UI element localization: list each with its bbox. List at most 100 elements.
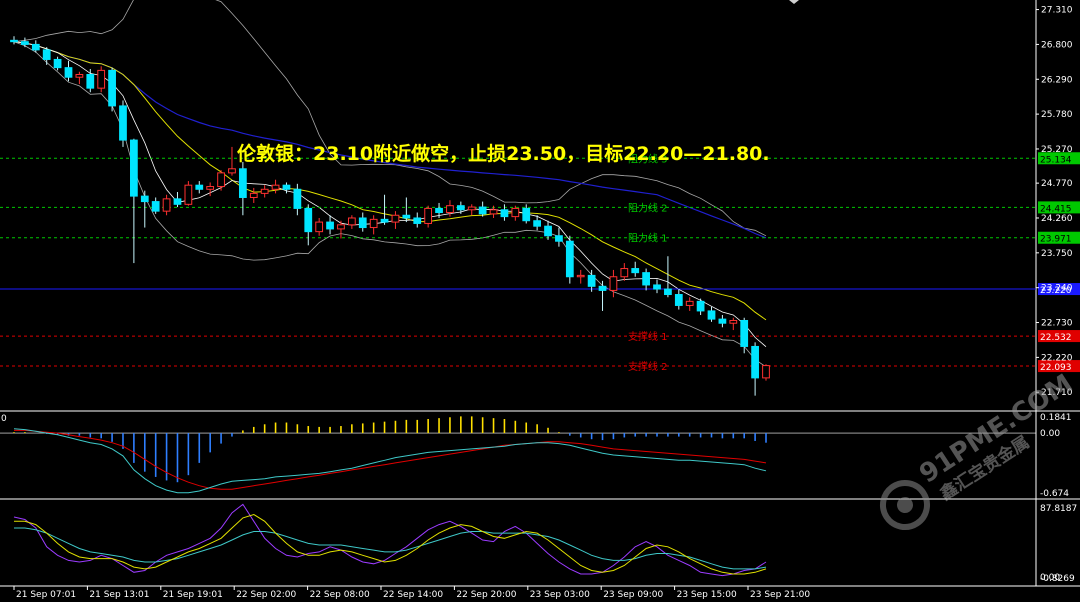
- candle-body: [402, 214, 411, 219]
- candle-body: [522, 207, 531, 222]
- candle-body: [10, 39, 18, 43]
- candle-body: [642, 272, 650, 286]
- candle-body: [337, 224, 345, 230]
- time-tick-label: 21 Sep 13:01: [89, 590, 149, 600]
- candle-body: [64, 67, 73, 78]
- candle-body: [544, 225, 552, 237]
- candle-body: [195, 184, 204, 190]
- candle-body: [347, 217, 356, 226]
- candle-body: [598, 285, 607, 291]
- candle-body: [151, 201, 160, 212]
- candle-body: [718, 318, 727, 324]
- headline-annotation: 伦敦银：23.10附近做空，止损23.50，目标22.20—21.80.: [237, 142, 770, 165]
- macd-tick-label: -0.674: [1040, 489, 1069, 499]
- time-tick-label: 23 Sep 03:00: [530, 590, 590, 600]
- candle-body: [762, 365, 770, 379]
- candle-body: [707, 310, 716, 320]
- candle-body: [685, 300, 694, 306]
- time-tick-label: 23 Sep 15:00: [677, 590, 737, 600]
- candle-body: [653, 284, 661, 290]
- candle-body: [620, 268, 629, 278]
- candle-body: [435, 207, 443, 214]
- stoch-signal-line: [14, 527, 767, 570]
- level-label: 支撑线 2: [628, 360, 668, 373]
- time-tick-label: 23 Sep 09:00: [603, 590, 663, 600]
- scroll-arrow-icon[interactable]: [789, 0, 799, 4]
- price-tick-label: 25.270: [1041, 145, 1073, 155]
- stoch-d-line: [14, 513, 767, 575]
- candle-body: [424, 207, 433, 224]
- candle-body: [42, 49, 51, 60]
- price-tick-label: 26.800: [1041, 40, 1073, 50]
- candle-body: [86, 73, 95, 89]
- time-tick-label: 22 Sep 08:00: [310, 590, 370, 600]
- stochastic-panel: 87.81870.00-0.8269: [13, 503, 1077, 584]
- candle-body: [228, 168, 236, 174]
- candle-body: [467, 206, 476, 211]
- level-tag-label: 22.532: [1040, 333, 1072, 343]
- candle-body: [140, 195, 149, 203]
- watermark-logo-core-icon: [897, 497, 913, 513]
- candle-body: [751, 345, 759, 379]
- level-label: 阻力线 2: [628, 201, 668, 214]
- candle-body: [456, 205, 465, 211]
- candle-body: [696, 300, 705, 312]
- candle-body: [391, 214, 400, 223]
- time-axis: 21 Sep 07:01 21 Sep 13:01 21 Sep 19:01 22 S…: [13, 586, 810, 600]
- candle-body: [217, 172, 225, 188]
- price-tick-label: 26.290: [1041, 75, 1073, 85]
- price-tick-label: 22.220: [1041, 353, 1073, 363]
- price-tick-label: 23.240: [1041, 284, 1073, 294]
- candle-body: [304, 207, 313, 233]
- candle-body: [369, 218, 378, 229]
- level-label: 阻力线 1: [628, 232, 668, 245]
- candle-body: [108, 69, 116, 107]
- price-chart: 阻力线 3 25.134阻力线 2 24.415阻力线 1 23.97123.220支…: [0, 0, 1080, 600]
- candle-body: [511, 207, 520, 218]
- level-tag-label: 23.971: [1040, 235, 1072, 245]
- stoch-tick-label: -0.8269: [1040, 574, 1075, 584]
- candle-body: [740, 319, 749, 347]
- candle-body: [533, 220, 542, 227]
- candle-body: [674, 294, 683, 306]
- candle-body: [119, 105, 127, 141]
- price-tick-label: 27.310: [1041, 6, 1073, 16]
- panel-frames: [0, 0, 1080, 587]
- stoch-k-line: [13, 503, 767, 577]
- price-tick-label: 23.750: [1041, 249, 1073, 259]
- time-tick-label: 22 Sep 02:00: [236, 590, 296, 600]
- candle-body: [206, 186, 215, 190]
- candle-body: [358, 217, 367, 229]
- candle-body: [565, 240, 574, 278]
- price-tick-label: 22.730: [1041, 319, 1073, 329]
- time-tick-label: 21 Sep 19:01: [163, 590, 223, 600]
- horizontal-levels: 阻力线 3 25.134阻力线 2 24.415阻力线 1 23.97123.220支…: [0, 152, 1080, 373]
- time-tick-label: 23 Sep 21:00: [750, 590, 810, 600]
- bollinger-bands: [13, 0, 767, 368]
- time-tick-label: 21 Sep 07:01: [16, 590, 76, 600]
- candle-body: [31, 43, 40, 51]
- candle-body: [21, 41, 29, 45]
- price-tick-label: 25.780: [1041, 110, 1073, 120]
- candle-body: [271, 184, 280, 190]
- candle-body: [260, 188, 269, 194]
- macd-signal-line: [14, 429, 767, 490]
- macd-tick-label: 0.00: [1040, 429, 1060, 439]
- candle-body: [130, 139, 138, 197]
- candle-body: [478, 206, 487, 215]
- candle-body: [446, 205, 454, 214]
- candle-body: [75, 73, 84, 78]
- candle-body: [162, 198, 171, 212]
- candle-body: [729, 319, 738, 324]
- candle-body: [184, 184, 193, 205]
- candle-body: [587, 274, 596, 287]
- macd-left-tick-label: 0: [1, 414, 7, 424]
- price-tick-label: 24.770: [1041, 179, 1073, 189]
- candle-body: [413, 217, 422, 224]
- candle-body: [576, 274, 585, 278]
- price-tick-label: 24.260: [1041, 214, 1073, 224]
- candle-body: [282, 184, 291, 190]
- candle-body: [53, 58, 62, 69]
- level-tag-label: 24.415: [1040, 204, 1072, 214]
- level-label: 支撑线 1: [628, 330, 668, 343]
